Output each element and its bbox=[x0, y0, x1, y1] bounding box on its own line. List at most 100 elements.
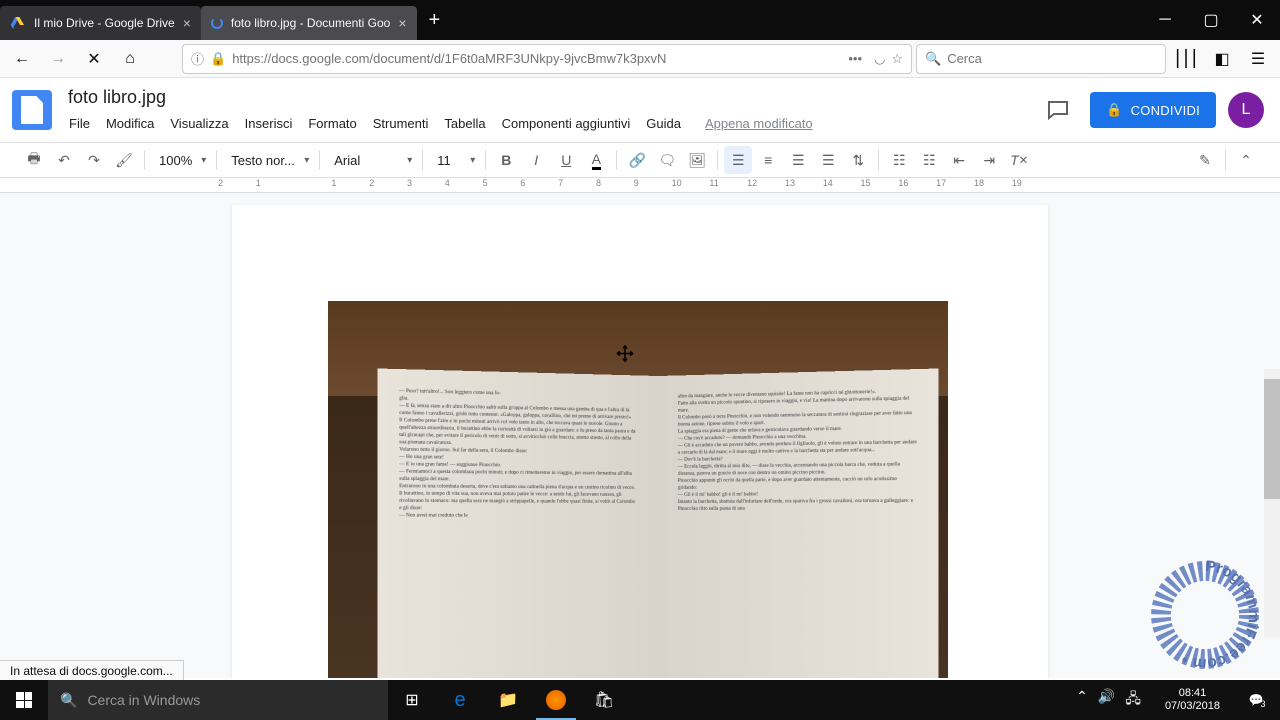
editing-mode-button[interactable]: ✎ bbox=[1191, 146, 1219, 174]
bulleted-list-button[interactable]: ☷ bbox=[915, 146, 943, 174]
line-spacing-button[interactable]: ⇅ bbox=[844, 146, 872, 174]
menu-file[interactable]: File bbox=[62, 112, 97, 135]
zoom-select[interactable]: 100% bbox=[151, 147, 210, 173]
link-button[interactable]: 🔗 bbox=[623, 146, 651, 174]
stop-button[interactable]: ✕ bbox=[78, 43, 110, 75]
notifications-icon[interactable]: 💬3 bbox=[1236, 693, 1276, 707]
last-modified[interactable]: Appena modificato bbox=[698, 112, 820, 135]
browser-status: In attesa di docs.google.com... bbox=[0, 660, 184, 681]
tray-chevron-icon[interactable]: ⌃ bbox=[1076, 688, 1088, 712]
docs-header: foto libro.jpg File Modifica Visualizza … bbox=[0, 78, 1280, 142]
document-canvas: 2112345678910111213141516171819 — Peso? … bbox=[0, 178, 1280, 678]
back-button[interactable]: ← bbox=[6, 43, 38, 75]
book-page-right: altro da mangiare, anche le vecce divent… bbox=[658, 368, 939, 678]
bookmark-icon[interactable]: ☆ bbox=[891, 51, 903, 67]
lock-icon: 🔒 bbox=[210, 51, 226, 67]
new-tab-button[interactable]: + bbox=[417, 9, 453, 32]
share-button[interactable]: 🔒 CONDIVIDI bbox=[1090, 92, 1216, 128]
align-left-button[interactable]: ☰ bbox=[724, 146, 752, 174]
menu-addons[interactable]: Componenti aggiuntivi bbox=[495, 112, 638, 135]
close-icon[interactable]: × bbox=[398, 15, 406, 31]
numbered-list-button[interactable]: ☷ bbox=[885, 146, 913, 174]
taskbar-search[interactable]: 🔍 Cerca in Windows bbox=[48, 680, 388, 720]
undo-button[interactable]: ↶ bbox=[50, 146, 78, 174]
drive-icon bbox=[10, 15, 26, 31]
embedded-image[interactable]: — Peso? tutt'altro!... Son leggiero come… bbox=[328, 301, 948, 678]
tab-title: Il mio Drive - Google Drive bbox=[34, 16, 175, 30]
comment-button[interactable]: 🗨 bbox=[653, 146, 681, 174]
bold-button[interactable]: B bbox=[492, 146, 520, 174]
tab-title: foto libro.jpg - Documenti Goo bbox=[231, 16, 390, 30]
paint-format-button[interactable]: 🖌 bbox=[110, 146, 138, 174]
menu-help[interactable]: Guida bbox=[639, 112, 688, 135]
edge-icon[interactable]: e bbox=[436, 680, 484, 720]
home-button[interactable]: ⌂ bbox=[114, 43, 146, 75]
lock-icon: 🔒 bbox=[1106, 102, 1122, 118]
align-right-button[interactable]: ☰ bbox=[784, 146, 812, 174]
menu-icon[interactable]: ☰ bbox=[1242, 43, 1274, 75]
minimize-button[interactable]: ─ bbox=[1142, 0, 1188, 40]
comments-button[interactable] bbox=[1038, 90, 1078, 130]
library-icon[interactable]: ⎮⎮⎮ bbox=[1170, 43, 1202, 75]
start-button[interactable] bbox=[0, 680, 48, 720]
task-view-icon[interactable]: ⊞ bbox=[388, 680, 436, 720]
page[interactable]: — Peso? tutt'altro!... Son leggiero come… bbox=[232, 205, 1048, 678]
url-box[interactable]: ⓘ 🔒 https://docs.google.com/document/d/1… bbox=[182, 44, 912, 74]
firefox-icon[interactable] bbox=[532, 680, 580, 720]
increase-indent-button[interactable]: ⇥ bbox=[975, 146, 1003, 174]
collapse-button[interactable]: ⌃ bbox=[1232, 146, 1260, 174]
decrease-indent-button[interactable]: ⇤ bbox=[945, 146, 973, 174]
clear-format-button[interactable]: T✕ bbox=[1005, 146, 1033, 174]
close-icon[interactable]: × bbox=[183, 15, 191, 31]
browser-tab[interactable]: Il mio Drive - Google Drive × bbox=[0, 6, 201, 40]
ruler[interactable]: 2112345678910111213141516171819 bbox=[0, 178, 1280, 193]
text-color-button[interactable]: A bbox=[582, 146, 610, 174]
search-icon: 🔍 bbox=[925, 51, 941, 67]
sidebar-icon[interactable]: ◧ bbox=[1206, 43, 1238, 75]
taskbar: 🔍 Cerca in Windows ⊞ e 📁 🛍 ⌃ 🔊 🖧 08:41 0… bbox=[0, 680, 1280, 720]
window-controls: ─ ▢ ✕ bbox=[1142, 0, 1280, 40]
font-size-select[interactable]: 11 bbox=[429, 147, 479, 173]
search-box[interactable]: 🔍 bbox=[916, 44, 1166, 74]
scrollbar[interactable] bbox=[1264, 369, 1280, 638]
underline-button[interactable]: U bbox=[552, 146, 580, 174]
more-icon[interactable]: ••• bbox=[848, 51, 862, 66]
close-window-button[interactable]: ✕ bbox=[1234, 0, 1280, 40]
italic-button[interactable]: I bbox=[522, 146, 550, 174]
forward-button[interactable]: → bbox=[42, 43, 74, 75]
scroll-thumb[interactable] bbox=[1264, 379, 1280, 499]
menu-table[interactable]: Tabella bbox=[437, 112, 492, 135]
menu-edit[interactable]: Modifica bbox=[99, 112, 161, 135]
toolbar: 🖶 ↶ ↷ 🖌 100% Testo nor... Arial 11 B I U… bbox=[0, 142, 1280, 178]
maximize-button[interactable]: ▢ bbox=[1188, 0, 1234, 40]
explorer-icon[interactable]: 📁 bbox=[484, 680, 532, 720]
network-icon[interactable]: 🖧 bbox=[1125, 688, 1141, 712]
menu-format[interactable]: Formato bbox=[301, 112, 363, 135]
image-button[interactable]: 🖼 bbox=[683, 146, 711, 174]
pocket-icon[interactable]: ◡ bbox=[874, 51, 885, 67]
redo-button[interactable]: ↷ bbox=[80, 146, 108, 174]
font-select[interactable]: Arial bbox=[326, 147, 416, 173]
browser-tab[interactable]: foto libro.jpg - Documenti Goo × bbox=[201, 6, 417, 40]
address-bar: ← → ✕ ⌂ ⓘ 🔒 https://docs.google.com/docu… bbox=[0, 40, 1280, 78]
info-icon: ⓘ bbox=[191, 49, 204, 68]
store-icon[interactable]: 🛍 bbox=[580, 680, 628, 720]
align-center-button[interactable]: ≡ bbox=[754, 146, 782, 174]
search-input[interactable] bbox=[947, 51, 1157, 66]
print-button[interactable]: 🖶 bbox=[20, 146, 48, 174]
docs-logo-icon[interactable] bbox=[12, 90, 52, 130]
style-select[interactable]: Testo nor... bbox=[223, 147, 313, 173]
search-icon: 🔍 bbox=[60, 692, 77, 709]
avatar[interactable]: L bbox=[1228, 92, 1264, 128]
menu-bar: File Modifica Visualizza Inserisci Forma… bbox=[62, 112, 1028, 135]
book-page-left: — Peso? tutt'altro!... Son leggiero come… bbox=[377, 368, 658, 678]
align-justify-button[interactable]: ☰ bbox=[814, 146, 842, 174]
document-title[interactable]: foto libro.jpg bbox=[62, 85, 1028, 110]
browser-tab-strip: Il mio Drive - Google Drive × foto libro… bbox=[0, 0, 1280, 40]
clock[interactable]: 08:41 07/03/2018 bbox=[1157, 687, 1228, 713]
menu-view[interactable]: Visualizza bbox=[163, 112, 235, 135]
menu-tools[interactable]: Strumenti bbox=[366, 112, 436, 135]
volume-icon[interactable]: 🔊 bbox=[1098, 688, 1115, 712]
menu-insert[interactable]: Inserisci bbox=[238, 112, 300, 135]
url-text: https://docs.google.com/document/d/1F6t0… bbox=[232, 51, 842, 66]
